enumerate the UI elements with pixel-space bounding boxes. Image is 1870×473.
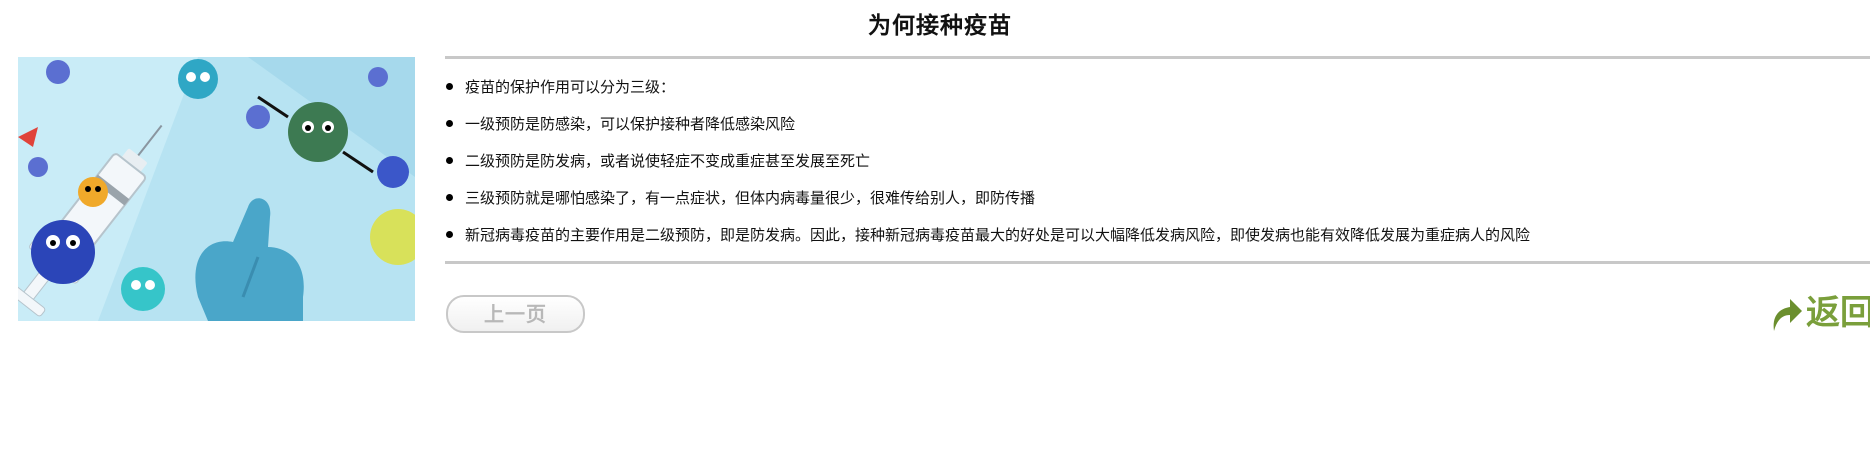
vaccine-illustration: [18, 57, 415, 321]
list-item: 二级预防是防发病，或者说使轻症不变成重症甚至发展至死亡: [445, 148, 1530, 185]
bottom-divider: [445, 261, 1870, 264]
list-item: 疫苗的保护作用可以分为三级：: [445, 74, 1530, 111]
list-item: 新冠病毒疫苗的主要作用是二级预防，即是防发病。因此，接种新冠病毒疫苗最大的好处是…: [445, 222, 1530, 259]
page-title: 为何接种疫苗: [868, 13, 1012, 39]
list-item: 一级预防是防感染，可以保护接种者降低感染风险: [445, 111, 1530, 148]
back-label: 返回: [1806, 293, 1870, 333]
return-arrow-icon: [1773, 299, 1802, 331]
list-item-text: 三级预防就是哪怕感染了，有一点症状，但体内病毒量很少，很难传给别人，即防传播: [465, 189, 1036, 207]
bullet-icon: [446, 231, 453, 238]
bullet-icon: [446, 194, 453, 201]
list-item-text: 二级预防是防发病，或者说使轻症不变成重症甚至发展至死亡: [465, 152, 871, 170]
bullet-icon: [446, 83, 453, 90]
list-item-text: 一级预防是防感染，可以保护接种者降低感染风险: [465, 115, 796, 133]
bullet-icon: [446, 157, 453, 164]
back-button[interactable]: 返回: [1766, 291, 1870, 335]
list-item-text: 疫苗的保护作用可以分为三级：: [465, 78, 676, 96]
list-item: 三级预防就是哪怕感染了，有一点症状，但体内病毒量很少，很难传给别人，即防传播: [445, 185, 1530, 222]
bullet-icon: [446, 120, 453, 127]
list-item-text: 新冠病毒疫苗的主要作用是二级预防，即是防发病。因此，接种新冠病毒疫苗最大的好处是…: [465, 226, 1531, 244]
top-divider: [445, 56, 1870, 59]
prev-page-button[interactable]: 上一页: [446, 295, 585, 333]
protection-list: 疫苗的保护作用可以分为三级： 一级预防是防感染，可以保护接种者降低感染风险 二级…: [445, 74, 1530, 259]
